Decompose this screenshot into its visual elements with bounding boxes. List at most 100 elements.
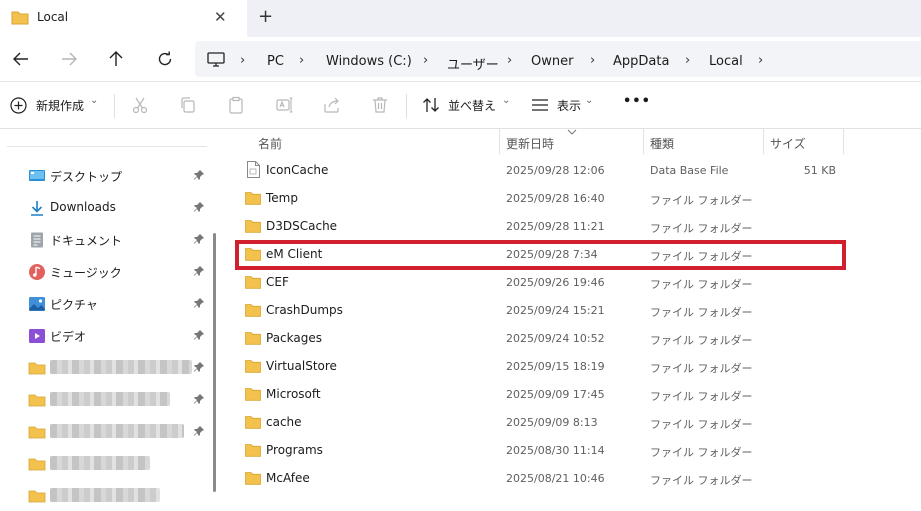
column-divider[interactable] (499, 129, 500, 154)
file-type: ファイル フォルダー (650, 222, 753, 235)
chevron-down-icon: ⌄ (502, 95, 511, 106)
redacted-label (50, 360, 192, 374)
arrow-up-icon (109, 51, 123, 66)
file-row[interactable]: CrashDumps 2025/09/24 15:21 ファイル フォルダー (225, 297, 845, 325)
column-divider[interactable] (763, 129, 764, 154)
pin-icon[interactable] (193, 425, 205, 437)
navigation-bar: › PC › Windows (C:) › ユーザー › Owner › App… (0, 37, 921, 81)
tab-title: Local (37, 10, 69, 24)
desktop-icon (29, 170, 45, 181)
pin-icon[interactable] (193, 265, 205, 277)
pin-icon[interactable] (193, 393, 205, 405)
delete-icon[interactable] (371, 96, 389, 114)
file-name: Packages (266, 331, 322, 345)
sidebar-item-label: デスクトップ (50, 170, 123, 184)
file-row[interactable]: Microsoft 2025/09/09 17:45 ファイル フォルダー (225, 381, 845, 409)
file-type: Data Base File (650, 164, 729, 177)
breadcrumb-appdata[interactable]: AppData (613, 54, 669, 69)
folder-icon (28, 426, 46, 439)
sidebar-item-pictures[interactable]: ピクチャ (0, 291, 210, 319)
pin-icon[interactable] (193, 361, 205, 373)
sidebar-item-redacted-folder[interactable] (0, 387, 210, 415)
sidebar-item-documents[interactable]: ドキュメント (0, 227, 210, 255)
sidebar-item-videos[interactable]: ビデオ (0, 323, 210, 351)
breadcrumb-owner[interactable]: Owner (531, 54, 573, 69)
sidebar-item-redacted-folder[interactable] (0, 451, 210, 479)
sidebar-item-downloads[interactable]: Downloads (0, 195, 210, 223)
pin-icon[interactable] (193, 169, 205, 181)
column-header-name[interactable]: 名前 (258, 135, 282, 152)
rename-icon[interactable] (275, 96, 293, 114)
folder-icon (28, 490, 46, 503)
file-name: CrashDumps (266, 303, 343, 317)
file-type: ファイル フォルダー (650, 418, 753, 431)
column-header-size[interactable]: サイズ (770, 135, 806, 152)
new-tab-button[interactable]: + (258, 6, 273, 27)
file-name: Temp (266, 191, 298, 205)
file-row[interactable]: IconCache 2025/09/28 12:06 Data Base File 5… (225, 157, 845, 185)
column-header-row: 名前 更新日時 種類 サイズ (225, 129, 921, 154)
sidebar-item-redacted-folder[interactable] (0, 355, 210, 383)
file-name: McAfee (266, 471, 310, 485)
file-name: IconCache (266, 163, 329, 177)
command-bar: 新規作成 ⌄ 並べ替え ⌄ 表示 ⌄ ••• (0, 81, 921, 129)
breadcrumb-users[interactable]: ユーザー (447, 54, 499, 73)
column-divider[interactable] (843, 129, 844, 154)
file-name: VirtualStore (266, 359, 337, 373)
pin-icon[interactable] (193, 233, 205, 245)
back-button[interactable] (9, 47, 33, 71)
address-bar[interactable]: › PC › Windows (C:) › ユーザー › Owner › App… (195, 41, 921, 77)
breadcrumb-local[interactable]: Local (709, 54, 743, 69)
breadcrumb-separator[interactable]: › (758, 53, 763, 68)
sidebar-scrollbar[interactable] (213, 233, 216, 492)
sidebar-item-redacted-folder[interactable] (0, 483, 210, 511)
tab-local[interactable]: Local ✕ (0, 0, 247, 37)
forward-button[interactable] (57, 47, 81, 71)
cut-icon[interactable] (131, 96, 149, 114)
sidebar-item-label: ドキュメント (50, 234, 123, 248)
share-icon[interactable] (323, 96, 341, 114)
close-icon[interactable]: ✕ (214, 8, 227, 26)
sort-button[interactable]: 並べ替え ⌄ (422, 95, 512, 117)
file-row[interactable]: CEF 2025/09/26 19:46 ファイル フォルダー (225, 269, 845, 297)
file-row[interactable]: cache 2025/09/09 8:13 ファイル フォルダー (225, 409, 845, 437)
file-row[interactable]: Temp 2025/09/28 16:40 ファイル フォルダー (225, 185, 845, 213)
breadcrumb-windows-c[interactable]: Windows (C:) (326, 54, 412, 69)
refresh-button[interactable] (153, 47, 177, 71)
column-divider[interactable] (643, 129, 644, 154)
file-size: 51 KB (803, 164, 836, 177)
breadcrumb-pc[interactable]: PC (267, 54, 284, 69)
new-button[interactable]: 新規作成 ⌄ (10, 95, 106, 117)
more-options-button[interactable]: ••• (623, 94, 651, 109)
pin-icon[interactable] (193, 201, 205, 213)
sidebar-item-label: Downloads (50, 200, 116, 214)
sidebar-item-redacted-folder[interactable] (0, 419, 210, 447)
view-button[interactable]: 表示 ⌄ (531, 95, 601, 117)
file-name: cache (266, 415, 302, 429)
file-row[interactable]: Programs 2025/08/30 11:14 ファイル フォルダー (225, 437, 845, 465)
divider (114, 94, 115, 118)
copy-icon[interactable] (179, 96, 197, 114)
file-name: CEF (266, 275, 289, 289)
pin-icon[interactable] (193, 329, 205, 341)
up-button[interactable] (104, 47, 128, 71)
navigation-pane: デスクトップ Downloads ドキュメント ミュージック ピクチャ ビデオ (0, 129, 213, 503)
plus-circle-icon (10, 97, 27, 114)
sidebar-item-music[interactable]: ミュージック (0, 259, 210, 287)
file-row[interactable]: VirtualStore 2025/09/15 18:19 ファイル フォルダー (225, 353, 845, 381)
file-row[interactable]: Packages 2025/09/24 10:52 ファイル フォルダー (225, 325, 845, 353)
paste-icon[interactable] (227, 96, 245, 114)
file-type: ファイル フォルダー (650, 194, 753, 207)
pin-icon[interactable] (193, 297, 205, 309)
file-date: 2025/09/28 11:21 (506, 220, 605, 233)
documents-icon (31, 232, 43, 248)
file-row[interactable]: D3DSCache 2025/09/28 11:21 ファイル フォルダー (225, 213, 845, 241)
file-row[interactable]: McAfee 2025/08/21 10:46 ファイル フォルダー (225, 465, 845, 493)
column-header-date[interactable]: 更新日時 (506, 135, 554, 152)
breadcrumb-separator: › (423, 53, 429, 68)
column-header-type[interactable]: 種類 (650, 135, 674, 152)
refresh-icon (158, 51, 172, 66)
file-date: 2025/09/26 19:46 (506, 276, 605, 289)
file-date: 2025/09/15 18:19 (506, 360, 605, 373)
sidebar-item-desktop[interactable]: デスクトップ (0, 163, 210, 191)
